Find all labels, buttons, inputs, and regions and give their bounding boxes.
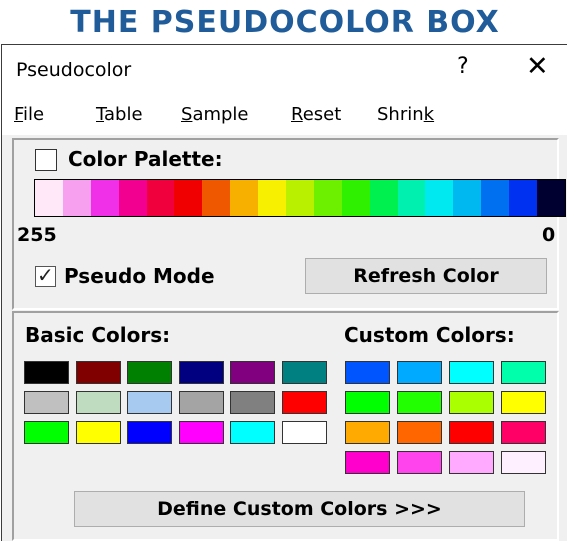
palette-segment (537, 180, 565, 216)
colors-panel: Basic Colors: Custom Colors: Define Cust… (12, 311, 559, 541)
basic-color-swatch[interactable] (24, 361, 69, 384)
palette-segment (258, 180, 287, 216)
pseudocolor-window: Pseudocolor ? ✕ File Table Sample Reset … (1, 44, 567, 541)
basic-color-swatch[interactable] (127, 361, 172, 384)
check-mark-icon: ✓ (37, 263, 54, 287)
palette-segment (397, 180, 426, 216)
custom-color-swatch[interactable] (449, 391, 494, 414)
menu-reset[interactable]: Reset (291, 104, 341, 125)
refresh-color-button[interactable]: Refresh Color (305, 258, 547, 294)
basic-color-swatch[interactable] (230, 391, 275, 414)
menu-file[interactable]: File (14, 104, 44, 125)
window-title: Pseudocolor (16, 59, 132, 81)
basic-color-swatch[interactable] (230, 421, 275, 444)
pseudo-mode-label: Pseudo Mode (64, 264, 215, 288)
palette-segment (481, 180, 510, 216)
palette-segment (453, 180, 482, 216)
palette-segment (369, 180, 398, 216)
palette-segment (425, 180, 454, 216)
custom-color-swatch[interactable] (397, 451, 442, 474)
custom-color-swatch[interactable] (501, 391, 546, 414)
palette-segment (62, 180, 91, 216)
close-icon[interactable]: ✕ (526, 51, 549, 82)
custom-colors-label: Custom Colors: (344, 323, 515, 347)
basic-color-swatch[interactable] (75, 421, 121, 444)
basic-color-swatch[interactable] (75, 391, 121, 414)
basic-color-swatch[interactable] (75, 361, 121, 384)
custom-color-swatch[interactable] (345, 451, 390, 474)
palette-segment (230, 180, 259, 216)
custom-color-swatch[interactable] (449, 421, 494, 444)
basic-color-swatch[interactable] (127, 391, 172, 414)
basic-color-swatch[interactable] (178, 391, 224, 414)
scale-left-label: 255 (17, 224, 57, 246)
menu-shrink[interactable]: Shrink (377, 104, 434, 125)
custom-color-swatch[interactable] (449, 451, 494, 474)
palette-segment (90, 180, 119, 216)
custom-color-swatch[interactable] (397, 421, 442, 444)
custom-color-swatch[interactable] (345, 391, 390, 414)
palette-segment (509, 180, 538, 216)
color-palette-label: Color Palette: (68, 147, 223, 171)
basic-color-swatch[interactable] (281, 361, 327, 384)
custom-color-swatch[interactable] (345, 361, 390, 384)
custom-color-swatch[interactable] (397, 361, 442, 384)
scale-right-label: 0 (542, 224, 556, 246)
basic-color-swatch[interactable] (24, 391, 69, 414)
color-palette-bar (34, 179, 566, 217)
palette-segment (35, 180, 63, 216)
custom-color-swatch[interactable] (501, 451, 546, 474)
custom-color-swatch[interactable] (449, 361, 494, 384)
define-custom-colors-button[interactable]: Define Custom Colors >>> (74, 491, 525, 527)
palette-segment (341, 180, 370, 216)
palette-segment (202, 180, 231, 216)
basic-color-swatch[interactable] (281, 421, 327, 444)
basic-color-swatch[interactable] (230, 361, 275, 384)
palette-segment (313, 180, 342, 216)
palette-segment (146, 180, 175, 216)
banner-title: THE PSEUDOCOLOR BOX (70, 5, 500, 40)
custom-color-swatch[interactable] (501, 421, 546, 444)
custom-color-swatch[interactable] (345, 421, 390, 444)
basic-color-swatch[interactable] (178, 421, 224, 444)
custom-color-swatch[interactable] (501, 361, 546, 384)
basic-color-swatch[interactable] (127, 421, 172, 444)
help-button[interactable]: ? (457, 54, 469, 79)
palette-segment (174, 180, 203, 216)
menu-sample[interactable]: Sample (181, 104, 249, 125)
palette-segment (118, 180, 147, 216)
custom-color-swatch[interactable] (397, 391, 442, 414)
menu-table[interactable]: Table (96, 104, 143, 125)
pseudo-mode-checkbox[interactable]: ✓ (35, 263, 56, 287)
color-palette-checkbox[interactable] (35, 149, 57, 171)
menu-bar: File Table Sample Reset Shrink (2, 95, 567, 135)
basic-color-swatch[interactable] (281, 391, 327, 414)
basic-color-swatch[interactable] (178, 361, 224, 384)
palette-panel: Color Palette: 255 0 ✓ Pseudo Mode Refre… (12, 138, 566, 310)
basic-colors-label: Basic Colors: (25, 323, 171, 347)
basic-color-swatch[interactable] (24, 421, 69, 444)
title-bar: Pseudocolor ? ✕ (2, 45, 567, 95)
palette-segment (286, 180, 314, 216)
